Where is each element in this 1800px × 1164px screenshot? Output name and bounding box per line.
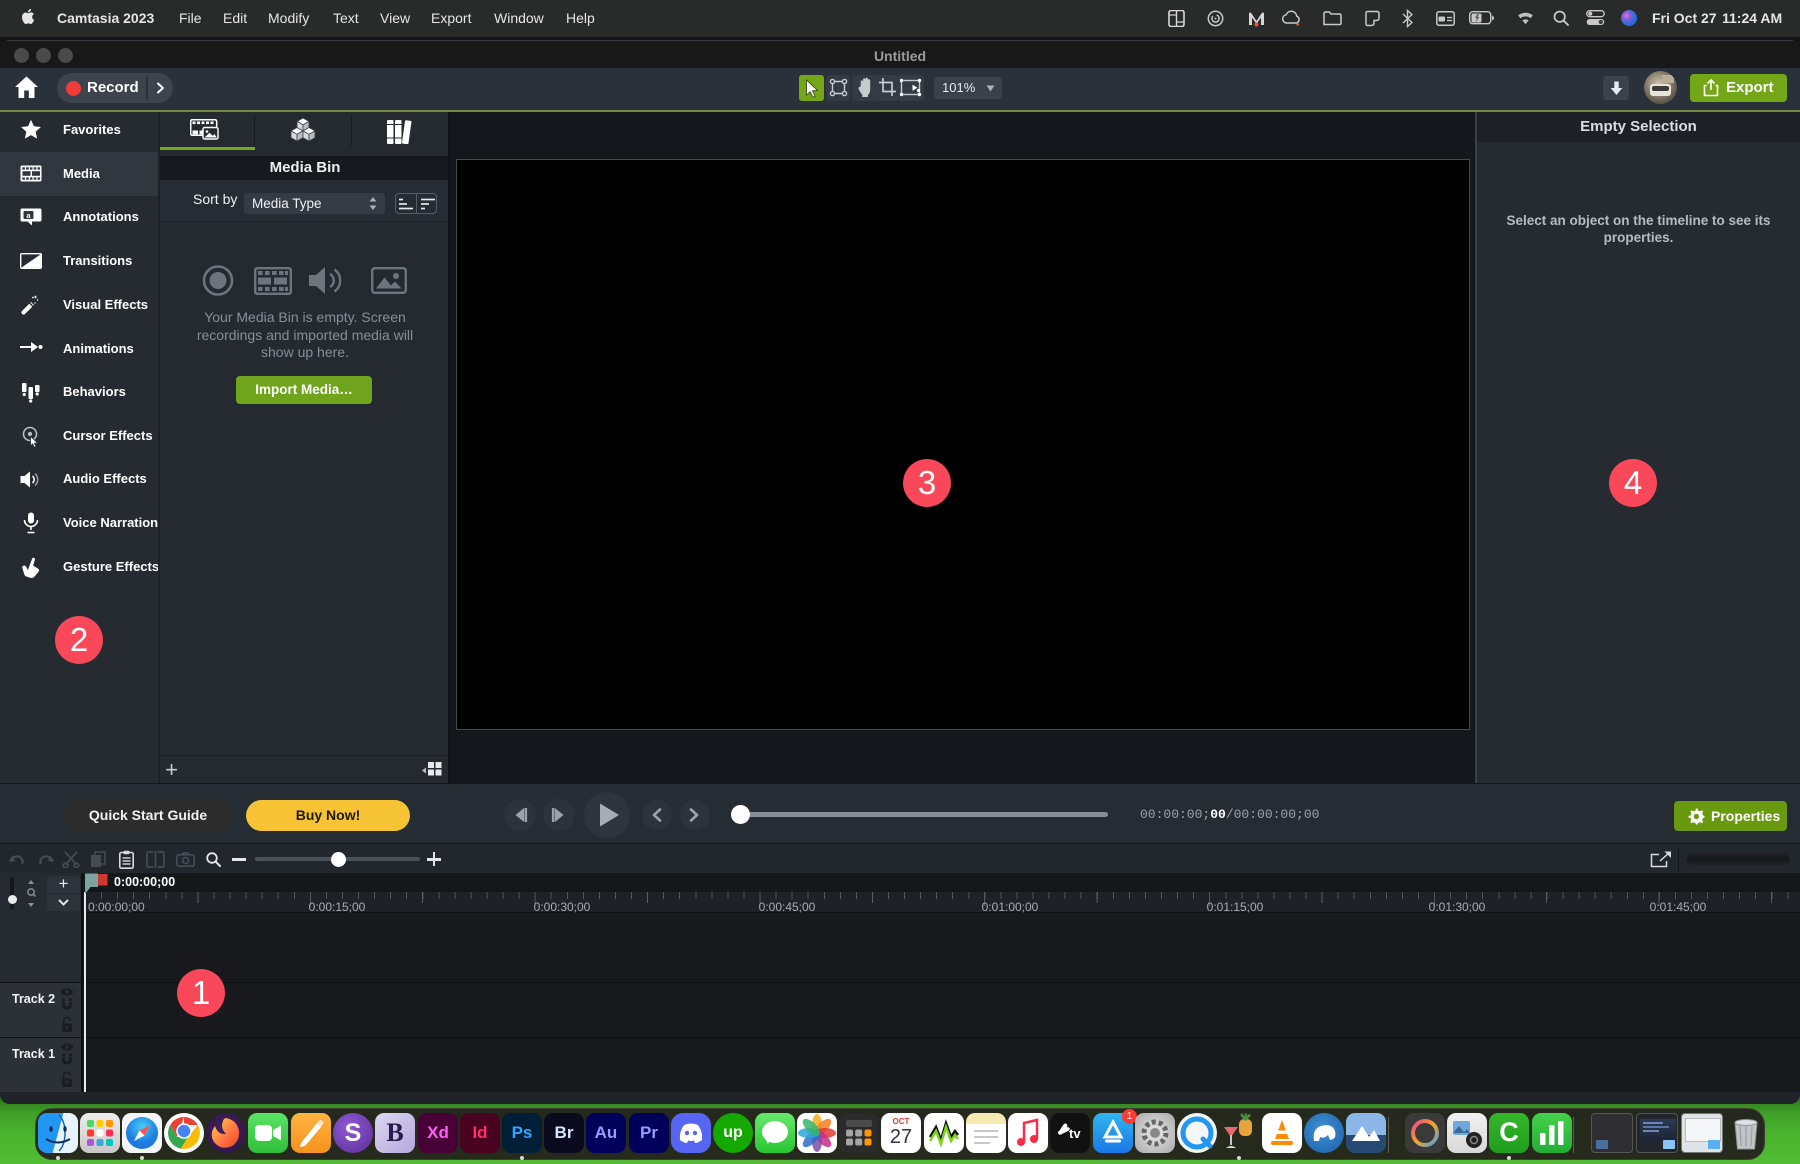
- svg-text:tv: tv: [1069, 1126, 1081, 1141]
